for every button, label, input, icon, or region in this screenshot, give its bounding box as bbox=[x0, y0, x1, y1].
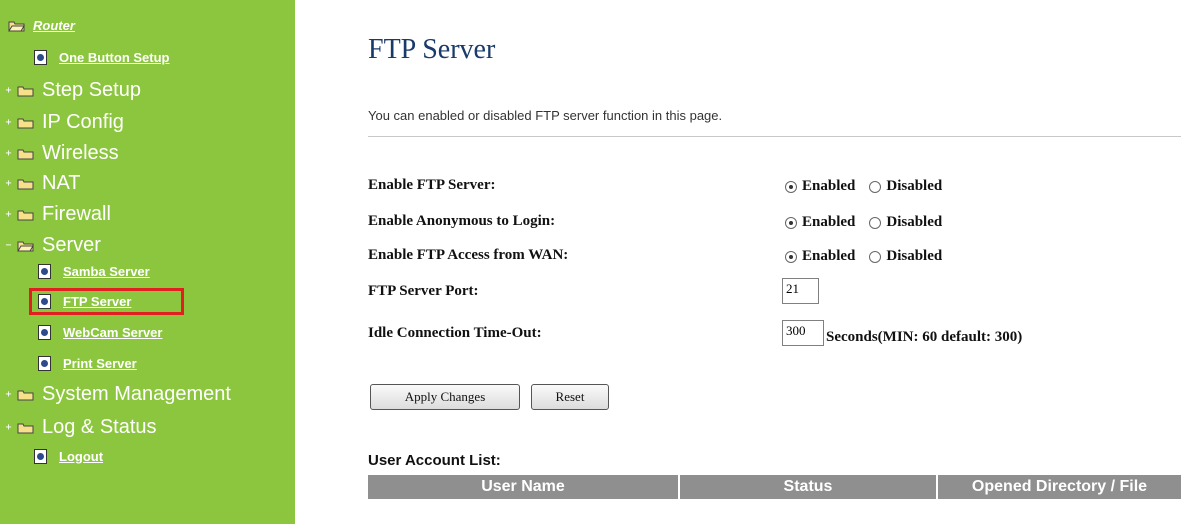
sidebar-nav: Router One Button Setup + Step Setup + I… bbox=[0, 0, 295, 524]
radio-label: Enabled bbox=[802, 248, 856, 264]
sidebar-item-step-setup[interactable]: + Step Setup bbox=[4, 79, 141, 102]
sidebar-item-system-management[interactable]: + System Management bbox=[4, 383, 231, 406]
enable-ftp-enabled-radio[interactable] bbox=[785, 180, 797, 193]
enable-ftp-radio-group: Enabled Disabled bbox=[785, 178, 956, 195]
folder-icon bbox=[17, 422, 34, 434]
sidebar-item-label: IP Config bbox=[42, 111, 124, 133]
sidebar-item-label[interactable]: Router bbox=[33, 18, 75, 33]
apply-changes-button[interactable]: Apply Changes bbox=[370, 384, 520, 410]
page-icon bbox=[38, 264, 51, 279]
radio-label: Enabled bbox=[802, 214, 856, 230]
collapse-minus-icon[interactable]: − bbox=[4, 241, 13, 251]
divider bbox=[368, 136, 1181, 137]
enable-ftp-label: Enable FTP Server: bbox=[368, 177, 496, 193]
user-account-table-header: User Name Status Opened Directory / File bbox=[368, 475, 1181, 499]
expand-plus-icon[interactable]: + bbox=[4, 423, 13, 433]
anonymous-disabled-radio[interactable] bbox=[869, 216, 882, 229]
radio-label: Disabled bbox=[886, 214, 943, 230]
page-icon bbox=[34, 449, 47, 464]
sidebar-item-logout[interactable]: Logout bbox=[34, 449, 103, 464]
sidebar-item-label: Server bbox=[42, 234, 101, 256]
user-account-list-title: User Account List: bbox=[368, 452, 501, 469]
folder-icon bbox=[17, 148, 34, 160]
page-title: FTP Server bbox=[368, 34, 496, 65]
idle-timeout-label: Idle Connection Time-Out: bbox=[368, 325, 542, 341]
expand-plus-icon[interactable]: + bbox=[4, 86, 13, 96]
expand-plus-icon[interactable]: + bbox=[4, 390, 13, 400]
expand-plus-icon[interactable]: + bbox=[4, 210, 13, 220]
sidebar-item-label[interactable]: FTP Server bbox=[63, 294, 131, 309]
sidebar-item-nat[interactable]: + NAT bbox=[4, 172, 81, 195]
expand-plus-icon[interactable]: + bbox=[4, 149, 13, 159]
sidebar-item-label[interactable]: Print Server bbox=[63, 356, 137, 371]
radio-label: Disabled bbox=[886, 248, 943, 264]
column-header-opened-directory: Opened Directory / File bbox=[971, 478, 1148, 495]
sidebar-item-firewall[interactable]: + Firewall bbox=[4, 203, 111, 226]
page-icon bbox=[34, 50, 47, 65]
expand-plus-icon[interactable]: + bbox=[4, 179, 13, 189]
open-folder-icon bbox=[8, 20, 25, 32]
folder-icon bbox=[17, 178, 34, 190]
sidebar-item-samba-server[interactable]: Samba Server bbox=[38, 264, 150, 279]
sidebar-item-label[interactable]: WebCam Server bbox=[63, 325, 162, 340]
sidebar-item-router[interactable]: Router bbox=[8, 18, 75, 33]
idle-timeout-unit: Seconds(MIN: 60 default: 300) bbox=[826, 329, 1023, 345]
sidebar-item-webcam-server[interactable]: WebCam Server bbox=[38, 325, 162, 340]
wan-access-label: Enable FTP Access from WAN: bbox=[368, 247, 569, 263]
column-header-user-name: User Name bbox=[368, 475, 680, 499]
page-icon bbox=[38, 325, 51, 340]
wan-access-radio-group: Enabled Disabled bbox=[785, 248, 956, 265]
open-folder-icon bbox=[17, 240, 34, 252]
ftp-port-label: FTP Server Port: bbox=[368, 283, 479, 299]
ftp-port-input[interactable]: 21 bbox=[782, 278, 819, 304]
sidebar-item-label: Wireless bbox=[42, 142, 119, 164]
folder-icon bbox=[17, 209, 34, 221]
wan-access-enabled-radio[interactable] bbox=[785, 250, 797, 263]
anonymous-login-radio-group: Enabled Disabled bbox=[785, 214, 956, 231]
radio-label: Disabled bbox=[886, 178, 943, 194]
idle-timeout-input[interactable]: 300 bbox=[782, 320, 824, 346]
anonymous-login-label: Enable Anonymous to Login: bbox=[368, 213, 556, 229]
reset-button[interactable]: Reset bbox=[531, 384, 609, 410]
sidebar-item-ftp-server[interactable]: FTP Server bbox=[38, 294, 131, 309]
sidebar-item-print-server[interactable]: Print Server bbox=[38, 356, 137, 371]
sidebar-item-label[interactable]: Samba Server bbox=[63, 264, 150, 279]
sidebar-item-one-button-setup[interactable]: One Button Setup bbox=[34, 50, 170, 65]
column-header-status: Status bbox=[680, 475, 938, 499]
sidebar-item-wireless[interactable]: + Wireless bbox=[4, 142, 119, 165]
radio-label: Enabled bbox=[802, 178, 856, 194]
folder-icon bbox=[17, 389, 34, 401]
sidebar-item-label: System Management bbox=[42, 383, 231, 405]
sidebar-item-label: Firewall bbox=[42, 203, 111, 225]
page-icon bbox=[38, 356, 51, 371]
anonymous-enabled-radio[interactable] bbox=[785, 216, 797, 229]
folder-icon bbox=[17, 117, 34, 129]
page-icon bbox=[38, 294, 51, 309]
sidebar-item-log-status[interactable]: + Log & Status bbox=[4, 416, 157, 439]
page-description: You can enabled or disabled FTP server f… bbox=[368, 108, 723, 123]
sidebar-item-label[interactable]: Logout bbox=[59, 449, 103, 464]
sidebar-item-server[interactable]: − Server bbox=[4, 234, 101, 257]
enable-ftp-disabled-radio[interactable] bbox=[869, 180, 882, 193]
sidebar-item-label: Step Setup bbox=[42, 79, 141, 101]
sidebar-item-label: NAT bbox=[42, 172, 81, 194]
folder-icon bbox=[17, 85, 34, 97]
expand-plus-icon[interactable]: + bbox=[4, 118, 13, 128]
wan-access-disabled-radio[interactable] bbox=[869, 250, 882, 263]
sidebar-item-label[interactable]: One Button Setup bbox=[59, 50, 170, 65]
sidebar-item-ip-config[interactable]: + IP Config bbox=[4, 111, 124, 134]
sidebar-item-label: Log & Status bbox=[42, 416, 157, 438]
